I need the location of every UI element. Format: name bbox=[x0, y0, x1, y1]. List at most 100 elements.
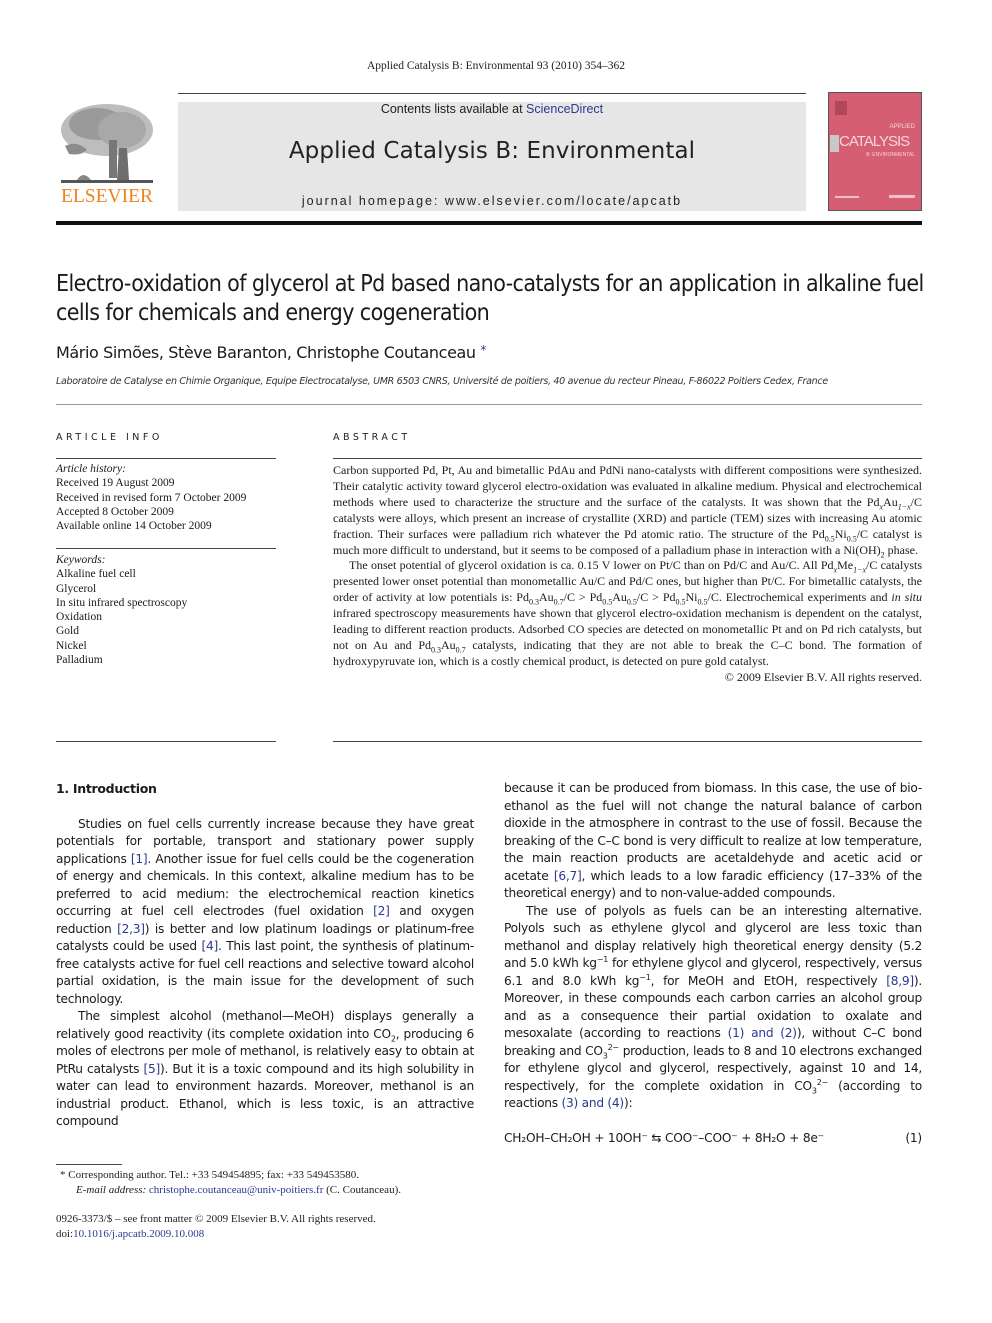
abstract-rule bbox=[333, 458, 922, 459]
superscript: 2− bbox=[816, 1077, 829, 1087]
subscript: 3 bbox=[602, 1050, 608, 1060]
authors: Mário Simões, Stève Baranton, Christophe… bbox=[56, 343, 476, 362]
running-head: Applied Catalysis B: Environmental 93 (2… bbox=[366, 60, 626, 72]
text: /C > Pd bbox=[563, 590, 603, 605]
author-list: Mário Simões, Stève Baranton, Christophe… bbox=[56, 343, 486, 362]
cover-footer-left bbox=[835, 196, 859, 198]
corresponding-author-link[interactable]: * bbox=[480, 343, 486, 357]
text: /C > Pd bbox=[636, 590, 676, 605]
text: Au bbox=[883, 494, 898, 509]
cover-title: CATALYSIS bbox=[839, 133, 910, 150]
text: Au bbox=[441, 637, 456, 652]
text: , for MeOH and EtOH, respectively bbox=[650, 973, 887, 988]
equation-link[interactable]: (1) and (2) bbox=[728, 1026, 797, 1040]
journal-masthead: Contents lists available at ScienceDirec… bbox=[178, 102, 806, 211]
publisher-wordmark: ELSEVIER bbox=[60, 186, 154, 207]
cover-subtitle: B: ENVIRONMENTAL bbox=[866, 152, 915, 158]
affiliation-rule bbox=[56, 404, 922, 405]
elsevier-logo[interactable]: ELSEVIER bbox=[55, 100, 159, 214]
cover-letter-block bbox=[830, 135, 839, 152]
cover-top-text: APPLIED bbox=[889, 124, 915, 130]
issn-line: 0926-3373/$ – see front matter © 2009 El… bbox=[56, 1213, 376, 1225]
citation-link[interactable]: [2,3] bbox=[117, 922, 145, 936]
text: /C. Electrochemical experiments and bbox=[707, 590, 892, 605]
body-paragraph: The use of polyols as fuels can be an in… bbox=[504, 903, 922, 1113]
email-line: E-mail address: christophe.coutanceau@un… bbox=[60, 1183, 401, 1198]
keyword-item: Glycerol bbox=[56, 582, 97, 595]
body-paragraph: Studies on fuel cells currently increase… bbox=[56, 816, 474, 1009]
keywords-label: Keywords: bbox=[56, 554, 106, 566]
citation-link[interactable]: [4] bbox=[201, 939, 218, 953]
keyword-item: Palladium bbox=[56, 654, 103, 667]
keywords: Keywords: Alkaline fuel cell Glycerol In… bbox=[56, 553, 187, 667]
keywords-rule bbox=[56, 548, 276, 549]
corresponding-author-text: * Corresponding author. Tel.: +33 549454… bbox=[60, 1169, 359, 1181]
text: Ni bbox=[685, 590, 698, 605]
article-info-rule bbox=[56, 458, 276, 459]
body-column-left: 1. Introduction Studies on fuel cells cu… bbox=[56, 780, 474, 1131]
elsevier-tree-icon bbox=[61, 104, 153, 183]
cover-publisher-mark bbox=[835, 101, 847, 115]
abstract-bottom-rule bbox=[333, 741, 922, 742]
masthead-bottom-bar bbox=[56, 221, 922, 225]
citation-link[interactable]: [2] bbox=[373, 904, 390, 918]
email-label: E-mail address: bbox=[76, 1184, 149, 1196]
article-info-heading: ARTICLE INFO bbox=[56, 432, 163, 443]
section-title-introduction: 1. Introduction bbox=[56, 781, 157, 796]
equation-expression: CH₂OH–CH₂OH + 10OH⁻ ⇆ COO⁻–COO⁻ + 8H₂O +… bbox=[504, 1130, 824, 1145]
contents-prefix: Contents lists available at bbox=[380, 102, 527, 116]
doi-prefix: doi: bbox=[56, 1228, 74, 1240]
subscript: 3 bbox=[811, 1085, 817, 1095]
text: in situ bbox=[891, 590, 923, 605]
contents-line: Contents lists available at ScienceDirec… bbox=[178, 102, 806, 116]
citation-link[interactable]: [5] bbox=[144, 1062, 161, 1076]
citation-link[interactable]: [8,9] bbox=[886, 974, 914, 988]
abstract-paragraph: Carbon supported Pd, Pt, Au and bimetall… bbox=[333, 463, 922, 558]
body-column-right: because it can be produced from biomass.… bbox=[504, 780, 922, 1147]
text: Carbon supported Pd, Pt, Au and bimetall… bbox=[333, 463, 922, 509]
superscript: −1 bbox=[639, 972, 651, 982]
superscript: 2− bbox=[607, 1042, 620, 1052]
abstract-paragraph: The onset potential of glycerol oxidatio… bbox=[333, 558, 922, 669]
citation-link[interactable]: [6,7] bbox=[554, 869, 582, 883]
equation-1: CH₂OH–CH₂OH + 10OH⁻ ⇆ COO⁻–COO⁻ + 8H₂O +… bbox=[504, 1130, 922, 1148]
keyword-item: Gold bbox=[56, 625, 79, 638]
front-matter: 0926-3373/$ – see front matter © 2009 El… bbox=[56, 1212, 376, 1242]
text: Me bbox=[837, 558, 854, 573]
equation-number: (1) bbox=[905, 1130, 922, 1145]
superscript: −1 bbox=[596, 954, 609, 964]
doi-line: doi:10.1016/j.apcatb.2009.10.008 bbox=[56, 1227, 376, 1242]
abstract-heading: ABSTRACT bbox=[333, 432, 411, 443]
keyword-item: Oxidation bbox=[56, 611, 102, 624]
history-label: Article history: bbox=[56, 463, 126, 475]
article-title: Electro-oxidation of glycerol at Pd base… bbox=[56, 271, 924, 326]
text: phase. bbox=[884, 542, 918, 557]
email-link[interactable]: christophe.coutanceau@univ-poitiers.fr bbox=[149, 1184, 323, 1196]
history-online: Available online 14 October 2009 bbox=[56, 520, 212, 533]
article-history: Article history: Received 19 August 2009… bbox=[56, 462, 246, 533]
body-paragraph: The simplest alcohol (methanol—MeOH) dis… bbox=[56, 1008, 474, 1131]
text: Au bbox=[612, 590, 627, 605]
equation-link[interactable]: (3) and (4) bbox=[561, 1096, 624, 1110]
footnote-rule bbox=[56, 1164, 122, 1165]
abstract-body: Carbon supported Pd, Pt, Au and bimetall… bbox=[333, 463, 922, 686]
corresponding-author-footnote: * Corresponding author. Tel.: +33 549454… bbox=[60, 1168, 401, 1198]
abstract-copyright: © 2009 Elsevier B.V. All rights reserved… bbox=[724, 669, 922, 684]
affiliation: Laboratoire de Catalyse en Chimie Organi… bbox=[56, 376, 828, 387]
text: The onset potential of glycerol oxidatio… bbox=[349, 558, 834, 573]
doi-link[interactable]: 10.1016/j.apcatb.2009.10.008 bbox=[73, 1228, 204, 1240]
history-revised: Received in revised form 7 October 2009 bbox=[56, 491, 247, 504]
journal-homepage-link[interactable]: journal homepage: www.elsevier.com/locat… bbox=[178, 194, 806, 208]
body-paragraph: because it can be produced from biomass.… bbox=[504, 780, 922, 903]
cover-footer-right bbox=[889, 195, 915, 198]
email-suffix: (C. Coutanceau). bbox=[323, 1184, 401, 1196]
history-received: Received 19 August 2009 bbox=[56, 477, 175, 490]
text: Au bbox=[538, 590, 554, 605]
text: ): bbox=[623, 1096, 633, 1110]
text: Ni bbox=[834, 526, 847, 541]
journal-cover-thumbnail[interactable]: APPLIED CATALYSIS B: ENVIRONMENTAL bbox=[828, 92, 922, 211]
text: because it can be produced from biomass.… bbox=[504, 781, 922, 883]
sciencedirect-link[interactable]: ScienceDirect bbox=[526, 102, 603, 116]
citation-link[interactable]: [1] bbox=[131, 852, 148, 866]
masthead-top-rule bbox=[178, 93, 806, 94]
